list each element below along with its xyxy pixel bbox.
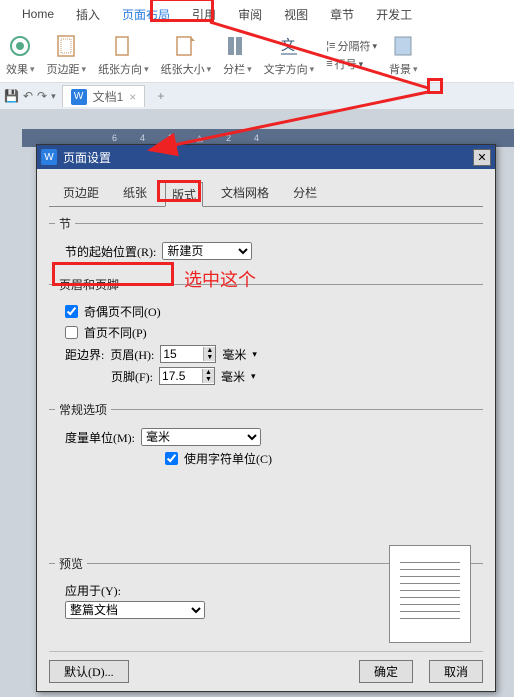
separator-icon: ¦≡ xyxy=(326,40,335,52)
dlgtab-paper[interactable]: 纸张 xyxy=(117,181,153,206)
qat-more[interactable]: ▾ xyxy=(51,91,56,102)
tab-insert[interactable]: 插入 xyxy=(74,2,102,27)
firstpage-label: 首页不同(P) xyxy=(84,324,147,341)
tab-pagelayout[interactable]: 页面布局 xyxy=(120,2,172,27)
tab-home[interactable]: Home xyxy=(20,3,56,25)
separator-button[interactable]: ¦≡分隔符▾ xyxy=(326,38,377,54)
ribbon-body: 效果 页边距 纸张方向 纸张大小 分栏 文 文字方向 ¦≡分隔符▾ ≡行号▾ 背… xyxy=(0,28,514,83)
size-icon xyxy=(173,33,199,59)
dialog-titlebar[interactable]: W 页面设置 ✕ xyxy=(37,145,495,169)
page-setup-dialog: W 页面设置 ✕ 页边距 纸张 版式 文档网格 分栏 节 节的起始位置(R): 新… xyxy=(36,144,496,692)
dialog-footer: 默认(D)... 确定 取消 xyxy=(49,651,483,683)
document-tabs: 💾 ↶ ↷ ▾ W 文档1 × + xyxy=(0,83,514,109)
redo-icon[interactable]: ↷ xyxy=(37,89,47,103)
footer-field[interactable] xyxy=(160,369,202,383)
usechar-checkbox[interactable] xyxy=(165,452,178,465)
unit-label: 度量单位(M): xyxy=(65,429,135,446)
ok-button[interactable]: 确定 xyxy=(359,660,413,683)
close-icon[interactable]: ✕ xyxy=(473,149,491,166)
firstpage-checkbox[interactable] xyxy=(65,326,78,339)
tab-developer[interactable]: 开发工 xyxy=(374,2,414,27)
textdirection-icon: 文 xyxy=(276,33,302,59)
dlgtab-margins[interactable]: 页边距 xyxy=(57,181,105,206)
new-tab[interactable]: + xyxy=(151,89,170,103)
size-button[interactable]: 纸张大小 xyxy=(161,33,212,77)
header-field[interactable] xyxy=(161,347,203,361)
preview-thumbnail xyxy=(389,545,471,643)
usechar-label: 使用字符单位(C) xyxy=(184,450,272,467)
background-button[interactable]: 背景 xyxy=(389,33,418,77)
textdirection-button[interactable]: 文 文字方向 xyxy=(264,33,315,77)
dlgtab-columns[interactable]: 分栏 xyxy=(287,181,323,206)
oddeven-label: 奇偶页不同(O) xyxy=(84,303,161,320)
orientation-icon xyxy=(110,33,136,59)
fromedge-label: 距边界: xyxy=(65,346,104,363)
tab-chapter[interactable]: 章节 xyxy=(328,2,356,27)
footer-label: 页脚(F): xyxy=(111,368,153,385)
dialog-tabs: 页边距 纸张 版式 文档网格 分栏 xyxy=(49,179,483,207)
tab-view[interactable]: 视图 xyxy=(282,2,310,27)
background-icon xyxy=(390,33,416,59)
effects-icon xyxy=(7,33,33,59)
undo-icon[interactable]: ↶ xyxy=(23,89,33,103)
dialog-title: 页面设置 xyxy=(63,149,111,166)
quick-access: 💾 ↶ ↷ ▾ xyxy=(4,89,56,103)
applyto-select[interactable]: 整篇文档 xyxy=(65,601,205,619)
dlgtab-grid[interactable]: 文档网格 xyxy=(215,181,275,206)
save-icon[interactable]: 💾 xyxy=(4,89,19,103)
unit-select[interactable]: 毫米 xyxy=(141,428,261,446)
app-logo-icon: W xyxy=(71,89,87,105)
oddeven-checkbox[interactable] xyxy=(65,305,78,318)
applyto-label: 应用于(Y): xyxy=(65,582,121,599)
margins-icon xyxy=(53,33,79,59)
headerfooter-group: 页眉和页脚 奇偶页不同(O) 首页不同(P) 距边界: 页眉(H): ▲▼ 毫米… xyxy=(49,276,483,393)
tab-close[interactable]: × xyxy=(129,90,136,104)
dlgtab-layout[interactable]: 版式 xyxy=(165,182,203,207)
footer-unit: 毫米 xyxy=(221,368,245,385)
svg-text:文: 文 xyxy=(281,37,295,53)
dialog-icon: W xyxy=(41,149,57,165)
header-label: 页眉(H): xyxy=(110,346,154,363)
effects-button[interactable]: 效果 xyxy=(6,33,35,77)
section-group: 节 节的起始位置(R): 新建页 xyxy=(49,215,483,268)
tab-references[interactable]: 引用 xyxy=(190,2,218,27)
tab-review[interactable]: 审阅 xyxy=(236,2,264,27)
cancel-button[interactable]: 取消 xyxy=(429,660,483,683)
section-start-label: 节的起始位置(R): xyxy=(65,243,156,260)
breaks-group: ¦≡分隔符▾ ≡行号▾ xyxy=(326,38,377,72)
section-start-select[interactable]: 新建页 xyxy=(162,242,252,260)
orientation-button[interactable]: 纸张方向 xyxy=(98,33,149,77)
header-unit: 毫米 xyxy=(222,346,246,363)
general-group: 常规选项 度量单位(M): 毫米 使用字符单位(C) xyxy=(49,401,483,475)
margins-button[interactable]: 页边距 xyxy=(47,33,87,77)
linenumber-button[interactable]: ≡行号▾ xyxy=(326,56,377,72)
ribbon-tabs: Home 插入 页面布局 引用 审阅 视图 章节 开发工 xyxy=(0,0,514,28)
default-button[interactable]: 默认(D)... xyxy=(49,660,129,683)
columns-icon xyxy=(224,33,250,59)
annotation-text: 选中这个 xyxy=(184,266,256,292)
header-stepper[interactable]: ▲▼ xyxy=(160,345,216,363)
columns-button[interactable]: 分栏 xyxy=(223,33,252,77)
document-name: 文档1 xyxy=(93,88,124,105)
linenumber-icon: ≡ xyxy=(326,58,332,70)
footer-stepper[interactable]: ▲▼ xyxy=(159,367,215,385)
document-tab[interactable]: W 文档1 × xyxy=(62,85,146,107)
